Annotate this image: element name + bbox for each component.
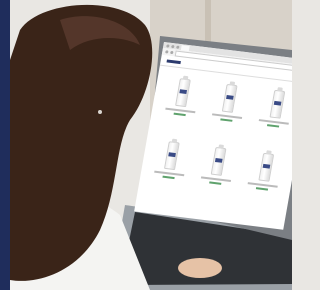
product-card	[193, 141, 242, 203]
browser-tab	[180, 44, 190, 51]
product-title	[200, 176, 232, 182]
product-card	[204, 78, 253, 140]
product-price	[209, 181, 222, 185]
product-card	[240, 147, 289, 209]
product-card	[157, 73, 206, 135]
product-image	[258, 152, 275, 182]
frame-edge	[0, 0, 10, 290]
window-control-icon	[166, 43, 170, 48]
product-card	[251, 84, 292, 146]
product-image	[269, 89, 286, 119]
product-title	[153, 170, 184, 177]
back-icon	[165, 50, 169, 54]
product-image	[164, 141, 180, 171]
site-logo	[166, 58, 182, 64]
window-control-icon	[176, 45, 180, 49]
photo	[0, 0, 292, 290]
product-price	[267, 124, 280, 128]
product-title	[259, 119, 290, 125]
hand	[178, 258, 222, 278]
product-price	[220, 118, 233, 122]
product-price	[256, 187, 269, 191]
product-price	[173, 112, 186, 117]
window-control-icon	[171, 44, 175, 48]
product-image	[222, 83, 239, 113]
product-title	[164, 107, 196, 114]
product-image	[175, 78, 192, 108]
product-title	[247, 182, 279, 188]
product-card	[146, 136, 195, 198]
earring	[98, 110, 102, 114]
forward-icon	[170, 50, 174, 55]
product-grid	[137, 66, 292, 216]
product-image	[211, 146, 227, 176]
product-title	[211, 113, 243, 119]
product-price	[162, 175, 175, 180]
